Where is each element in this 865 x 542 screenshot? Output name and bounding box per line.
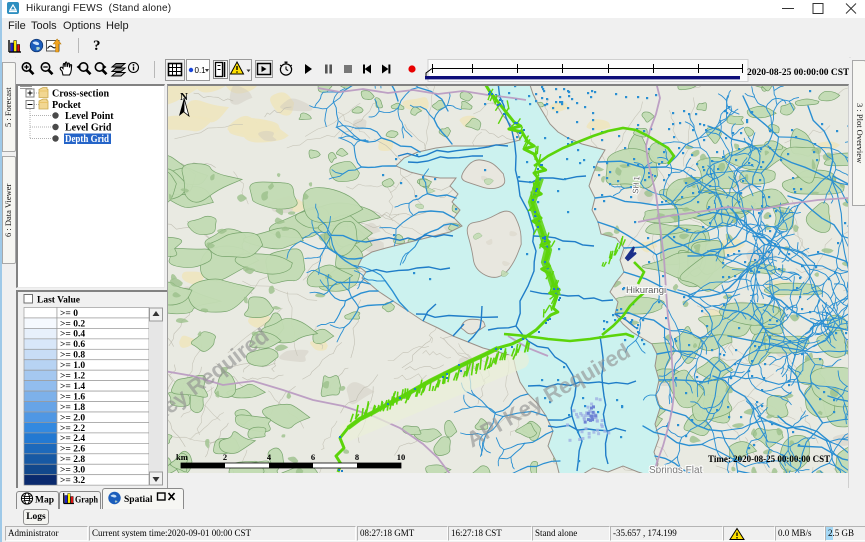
- svg-text:Time: 2020-08-25 00:00:00 CST: Time: 2020-08-25 00:00:00 CST: [708, 454, 830, 464]
- svg-text:?: ?: [93, 38, 101, 54]
- svg-text:>= 2.0: >= 2.0: [60, 413, 85, 423]
- svg-text:Pocket: Pocket: [52, 100, 82, 111]
- svg-text:>= 2.4: >= 2.4: [60, 434, 85, 444]
- svg-text:>= 1.6: >= 1.6: [60, 392, 85, 402]
- svg-text:Level Grid: Level Grid: [65, 123, 112, 134]
- svg-text:2020-08-25 00:00:00 CST: 2020-08-25 00:00:00 CST: [747, 68, 849, 78]
- svg-text:Hikurangi: Hikurangi: [626, 285, 666, 296]
- svg-text:Map: Map: [35, 496, 54, 506]
- svg-text:6: 6: [311, 452, 315, 462]
- svg-text:>= 1.0: >= 1.0: [60, 361, 85, 371]
- svg-text:Depth Grid: Depth Grid: [65, 134, 109, 145]
- svg-text:>= 1.4: >= 1.4: [60, 382, 85, 392]
- svg-text:>= 0.8: >= 0.8: [60, 351, 85, 361]
- svg-text:km: km: [176, 452, 188, 462]
- svg-text:>= 1.8: >= 1.8: [60, 403, 85, 413]
- svg-text:>= 0.6: >= 0.6: [60, 340, 85, 350]
- svg-text:0.1: 0.1: [195, 66, 207, 75]
- svg-text:2: 2: [223, 452, 227, 462]
- svg-text:>= 0: >= 0: [60, 309, 78, 319]
- svg-text:10: 10: [397, 452, 406, 462]
- svg-text:Last Value: Last Value: [37, 296, 80, 306]
- svg-text:8: 8: [355, 452, 359, 462]
- svg-text:>= 2.6: >= 2.6: [60, 445, 85, 455]
- svg-text:>= 3.2: >= 3.2: [60, 476, 85, 486]
- svg-text:>= 0.2: >= 0.2: [60, 319, 85, 329]
- svg-text:Cross-section: Cross-section: [52, 89, 109, 100]
- svg-text:Graph: Graph: [75, 495, 98, 505]
- svg-text:>= 3.0: >= 3.0: [60, 466, 85, 476]
- svg-text:>= 2.2: >= 2.2: [60, 424, 85, 434]
- svg-text:Spatial: Spatial: [124, 495, 153, 505]
- svg-text:Springs Flat: Springs Flat: [649, 465, 703, 473]
- svg-text:>= 0.4: >= 0.4: [60, 330, 85, 340]
- svg-text:>= 2.8: >= 2.8: [60, 455, 85, 465]
- svg-text:SH 1: SH 1: [631, 175, 642, 194]
- svg-text:>= 1.2: >= 1.2: [60, 372, 85, 382]
- svg-text:Level Point: Level Point: [65, 111, 114, 122]
